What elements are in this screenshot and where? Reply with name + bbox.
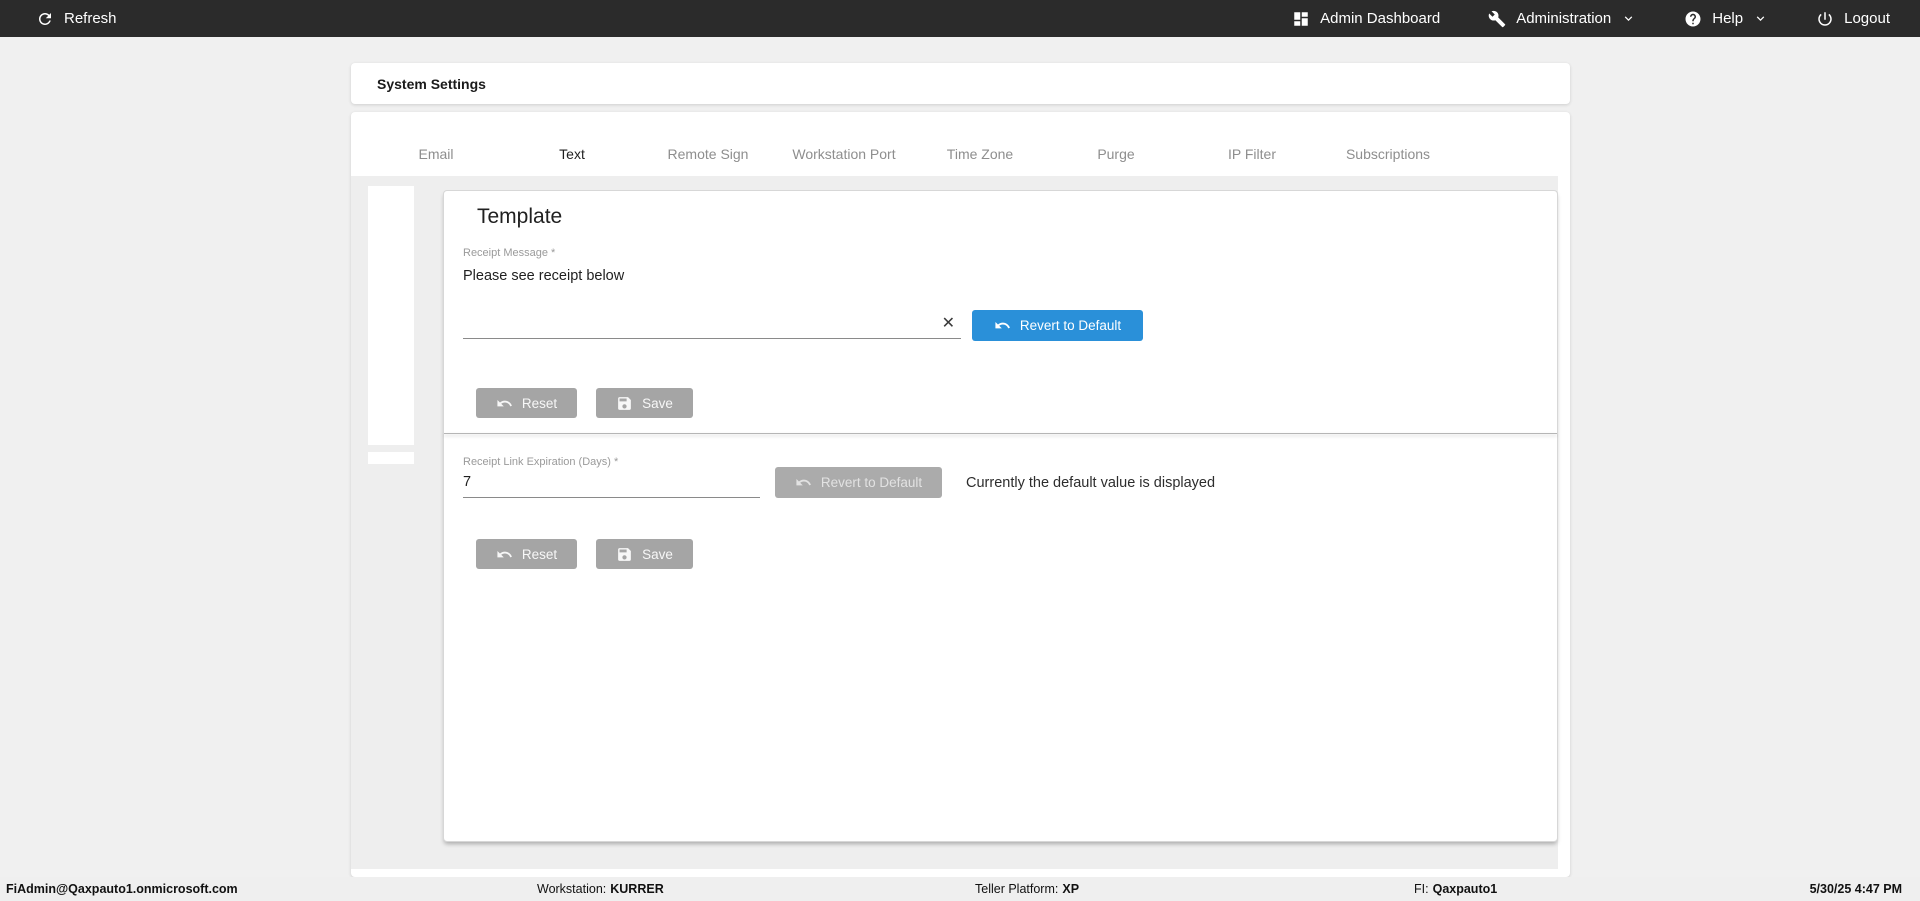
tab-content-area: Template Receipt Message * Please see re… — [351, 176, 1558, 869]
reset-receipt-message-button[interactable]: Reset — [476, 388, 577, 418]
status-user: FiAdmin@Qaxpauto1.onmicrosoft.com — [6, 882, 238, 896]
left-gutter-strip-small — [368, 452, 414, 464]
revert-expiration-button[interactable]: Revert to Default — [775, 467, 942, 498]
undo-icon — [795, 474, 812, 491]
save-expiration-button[interactable]: Save — [596, 539, 693, 569]
page-title: System Settings — [377, 75, 486, 92]
page-title-card: System Settings — [351, 63, 1570, 104]
receipt-message-textarea[interactable]: Please see receipt below ✕ — [463, 264, 961, 339]
logout-label: Logout — [1844, 10, 1890, 27]
undo-icon — [496, 546, 513, 563]
teller-platform-value: XP — [1062, 882, 1080, 896]
refresh-label: Refresh — [64, 10, 117, 27]
tab-subscriptions[interactable]: Subscriptions — [1320, 126, 1456, 182]
tab-text[interactable]: Text — [504, 126, 640, 182]
help-label: Help — [1712, 10, 1744, 27]
receipt-link-expiration-input[interactable] — [463, 474, 760, 490]
close-icon: ✕ — [941, 315, 955, 332]
section-divider — [444, 433, 1557, 434]
undo-icon — [496, 395, 513, 412]
top-navigation-bar: Refresh Admin Dashboard Administration H… — [0, 0, 1920, 37]
wrench-icon — [1488, 10, 1506, 28]
status-bar: FiAdmin@Qaxpauto1.onmicrosoft.com Workst… — [0, 877, 1920, 901]
revert-button-label: Revert to Default — [820, 475, 923, 490]
topbar-right-group: Admin Dashboard Administration Help Logo… — [1292, 10, 1920, 28]
revert-button-label: Revert to Default — [1019, 318, 1122, 333]
chevron-down-icon — [1621, 11, 1636, 26]
tab-time-zone[interactable]: Time Zone — [912, 126, 1048, 182]
status-fi: FI: Qaxpauto1 — [1414, 877, 1497, 901]
workstation-value: KURRER — [610, 882, 664, 896]
status-datetime: 5/30/25 4:47 PM — [1809, 882, 1902, 896]
clear-receipt-message-button[interactable]: ✕ — [942, 316, 955, 332]
save-button-label: Save — [642, 395, 673, 411]
reset-button-label: Reset — [521, 395, 558, 411]
administration-label: Administration — [1516, 10, 1612, 27]
refresh-button[interactable]: Refresh — [36, 10, 117, 28]
admin-dashboard-label: Admin Dashboard — [1320, 10, 1441, 27]
template-heading: Template — [477, 205, 563, 228]
chevron-down-icon — [1753, 11, 1768, 26]
floppy-disk-icon — [616, 546, 633, 563]
default-value-status-text: Currently the default value is displayed — [966, 474, 1216, 491]
system-settings-card: Email Text Remote Sign Workstation Port … — [351, 112, 1570, 877]
receipt-link-expiration-label: Receipt Link Expiration (Days) * — [463, 456, 619, 468]
reset-expiration-button[interactable]: Reset — [476, 539, 577, 569]
power-icon — [1816, 10, 1834, 28]
floppy-disk-icon — [616, 395, 633, 412]
fi-label: FI: — [1414, 882, 1429, 896]
tab-purge[interactable]: Purge — [1048, 126, 1184, 182]
fi-value: Qaxpauto1 — [1432, 882, 1498, 896]
save-button-label: Save — [642, 546, 673, 562]
settings-tab-bar: Email Text Remote Sign Workstation Port … — [368, 126, 1456, 182]
reset-button-label: Reset — [521, 546, 558, 562]
receipt-message-value: Please see receipt below — [463, 268, 625, 284]
teller-platform-label: Teller Platform: — [975, 882, 1059, 896]
save-receipt-message-button[interactable]: Save — [596, 388, 693, 418]
dashboard-grid-icon — [1292, 10, 1310, 28]
tab-text-label: Text — [559, 146, 585, 162]
refresh-icon — [36, 10, 54, 28]
status-teller-platform: Teller Platform: XP — [975, 877, 1079, 901]
text-settings-panel: Template Receipt Message * Please see re… — [443, 190, 1558, 842]
undo-icon — [994, 317, 1011, 334]
receipt-message-label: Receipt Message * — [463, 247, 556, 259]
question-circle-icon — [1684, 10, 1702, 28]
left-gutter-strip — [368, 186, 414, 445]
revert-receipt-message-button[interactable]: Revert to Default — [972, 310, 1143, 341]
status-workstation: Workstation: KURRER — [537, 877, 664, 901]
administration-menu[interactable]: Administration — [1488, 10, 1636, 28]
tab-ip-filter[interactable]: IP Filter — [1184, 126, 1320, 182]
tab-workstation-port[interactable]: Workstation Port — [776, 126, 912, 182]
help-menu[interactable]: Help — [1684, 10, 1768, 28]
workstation-label: Workstation: — [537, 882, 607, 896]
tab-email[interactable]: Email — [368, 126, 504, 182]
tab-remote-sign[interactable]: Remote Sign — [640, 126, 776, 182]
receipt-link-expiration-field — [463, 473, 760, 498]
logout-button[interactable]: Logout — [1816, 10, 1890, 28]
admin-dashboard-link[interactable]: Admin Dashboard — [1292, 10, 1440, 28]
